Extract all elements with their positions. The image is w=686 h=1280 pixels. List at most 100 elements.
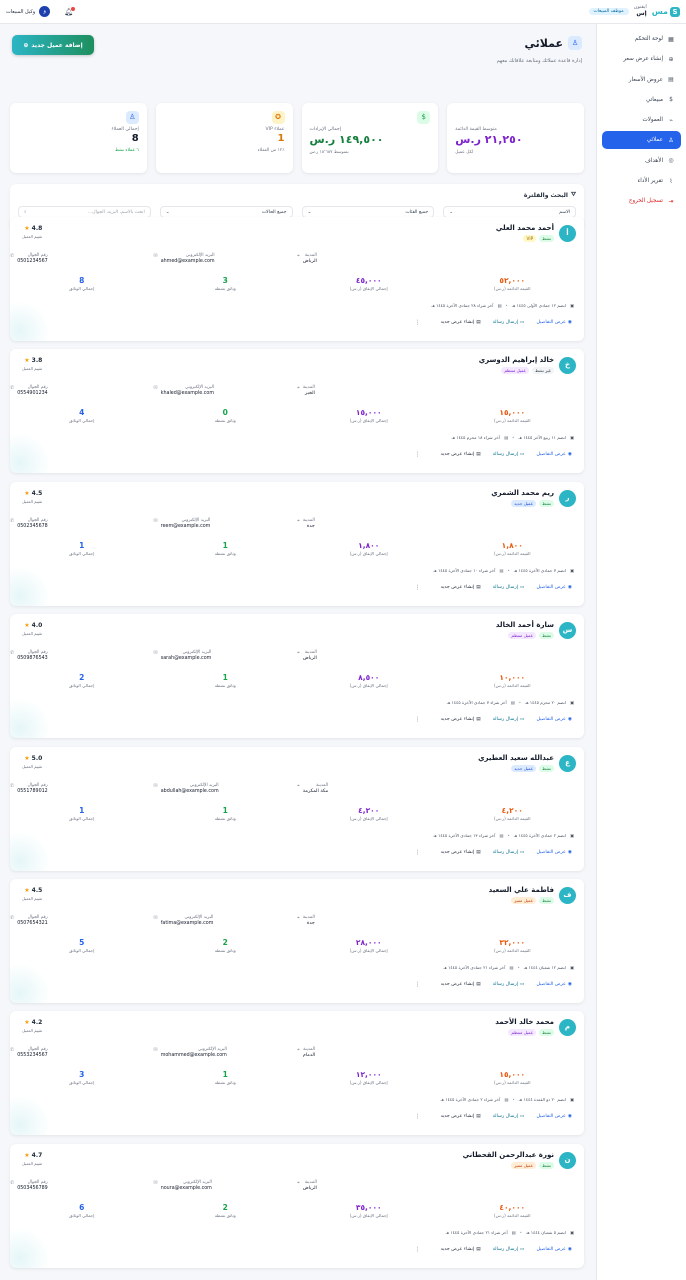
- sidebar-item-dashboard[interactable]: ▦ لوحة التحكم: [602, 30, 681, 48]
- document-icon: ▤: [476, 452, 481, 457]
- sidebar-item-sales[interactable]: $ مبيعاتي: [602, 91, 681, 109]
- new-quote-button[interactable]: ▤ إنشاء عرض جديد: [441, 320, 481, 325]
- client-name[interactable]: ريم محمد الشمري: [491, 489, 554, 497]
- phone-icon: ✆: [10, 1180, 15, 1186]
- client-rating: 4.2 ★ تقييم العميل: [22, 1019, 42, 1033]
- view-details-label: عرض التفاصيل: [536, 585, 566, 590]
- sidebar-item-quotes[interactable]: ▤ عروض الأسعار: [602, 71, 681, 89]
- category-select-value: جميع الفئات: [405, 209, 429, 215]
- new-quote-button[interactable]: ▤ إنشاء عرض جديد: [441, 850, 481, 855]
- new-quote-button[interactable]: ▤ إنشاء عرض جديد: [441, 452, 481, 457]
- view-details-button[interactable]: ◉ عرض التفاصيل: [536, 850, 572, 855]
- city-label: المدينة: [304, 253, 317, 258]
- more-options-icon[interactable]: ⋮: [415, 1113, 421, 1120]
- user-menu[interactable]: و وكيل المبيعات: [6, 6, 51, 17]
- more-options-icon[interactable]: ⋮: [415, 981, 421, 988]
- send-message-button[interactable]: ▭ إرسال رسالة: [493, 717, 525, 722]
- add-client-button[interactable]: إضافة عميل جديد ⊕: [12, 35, 94, 55]
- client-rating: 4.5 ★ تقييم العميل: [22, 490, 42, 504]
- phone-value: 0507654321: [17, 921, 48, 926]
- new-quote-button[interactable]: ▤ إنشاء عرض جديد: [441, 1114, 481, 1119]
- sidebar-item-logout[interactable]: ⇥ تسجيل الخروج: [602, 192, 681, 210]
- view-details-button[interactable]: ◉ عرض التفاصيل: [536, 585, 572, 590]
- send-message-button[interactable]: ▭ إرسال رسالة: [493, 982, 525, 987]
- view-details-button[interactable]: ◉ عرض التفاصيل: [536, 1247, 572, 1252]
- view-details-button[interactable]: ◉ عرض التفاصيل: [536, 1114, 572, 1119]
- brand-logo[interactable]: S مس: [652, 6, 680, 17]
- more-options-icon[interactable]: ⋮: [415, 849, 421, 856]
- stat-value: 1: [277, 133, 285, 144]
- metric-label: وثائق نشطة: [214, 1080, 236, 1085]
- send-message-button[interactable]: ▭ إرسال رسالة: [493, 320, 525, 325]
- view-details-button[interactable]: ◉ عرض التفاصيل: [536, 320, 572, 325]
- file-icon: ▤: [511, 1230, 516, 1235]
- document-icon: ▤: [476, 320, 481, 325]
- joined-date: انضم ٥ شعبان ١٤٤٤ هـ: [526, 1230, 567, 1235]
- filter-title-text: البحث والفلترة: [523, 191, 568, 199]
- client-metrics: 3 إجمالي الوثائق 1 وثائق نشطة ١٢,٠٠٠ إجمالي…: [10, 1070, 584, 1088]
- sidebar-item-goals[interactable]: ◎ الأهداف: [602, 152, 681, 170]
- new-quote-button[interactable]: ▤ إنشاء عرض جديد: [441, 717, 481, 722]
- view-details-button[interactable]: ◉ عرض التفاصيل: [536, 452, 572, 457]
- more-options-icon[interactable]: ⋮: [415, 716, 421, 723]
- more-options-icon[interactable]: ⋮: [415, 1246, 421, 1253]
- client-name[interactable]: أحمد محمد العلي: [496, 224, 554, 232]
- client-name[interactable]: خالد إبراهيم الدوسري: [479, 356, 554, 364]
- separator: •: [512, 1097, 515, 1102]
- calendar-icon: ▣: [570, 965, 574, 970]
- new-quote-button[interactable]: ▤ إنشاء عرض جديد: [441, 982, 481, 987]
- sidebar-item-performance[interactable]: ⌇ تقرير الأداء: [602, 172, 681, 190]
- phone-label: رقم الجوال: [27, 915, 48, 920]
- view-details-button[interactable]: ◉ عرض التفاصيل: [536, 982, 572, 987]
- send-message-button[interactable]: ▭ إرسال رسالة: [493, 850, 525, 855]
- document-icon: ▤: [476, 850, 481, 855]
- new-quote-button[interactable]: ▤ إنشاء عرض جديد: [441, 1247, 481, 1252]
- more-options-icon[interactable]: ⋮: [415, 319, 421, 326]
- stat-note: ٦ عملاء نشط: [114, 148, 139, 153]
- phone-info: ✆ رقم الجوال 0503456789: [10, 1180, 154, 1198]
- calendar-icon: ▣: [570, 1230, 574, 1235]
- send-message-button[interactable]: ▭ إرسال رسالة: [493, 452, 525, 457]
- sidebar-item-create-quote[interactable]: ⊕ إنشاء عرض سعر: [602, 50, 681, 68]
- send-message-button[interactable]: ▭ إرسال رسالة: [493, 1247, 525, 1252]
- view-details-button[interactable]: ◉ عرض التفاصيل: [536, 717, 572, 722]
- send-message-button[interactable]: ▭ إرسال رسالة: [493, 585, 525, 590]
- metric-value: 1: [79, 806, 85, 815]
- separator: •: [505, 303, 508, 308]
- category-badge: عميل منتظم: [508, 632, 537, 639]
- metric-label: وثائق نشطة: [214, 948, 236, 953]
- new-quote-button[interactable]: ▤ إنشاء عرض جديد: [441, 585, 481, 590]
- contact-info-row: ✆ رقم الجوال 0553234567 ✉ البريد الإلكترو…: [10, 1047, 584, 1065]
- client-name[interactable]: نورة عبدالرحمن القحطاني: [463, 1151, 554, 1159]
- joined-date: انضم ٧ جمادى الآخرة ١٤٤٥ هـ: [513, 568, 567, 573]
- send-message-label: إرسال رسالة: [492, 982, 519, 987]
- client-name[interactable]: محمد خالد الأحمد: [495, 1018, 554, 1026]
- eye-icon: ◉: [567, 850, 572, 855]
- client-name[interactable]: سارة أحمد الخالد: [496, 621, 554, 629]
- mail-icon: ✉: [153, 783, 158, 789]
- email-label: البريد الإلكتروني: [181, 518, 211, 523]
- metric-value: 4: [79, 408, 85, 417]
- metric-total-spent: ١٢,٠٠٠ إجمالي الإنفاق (ر.س): [297, 1070, 441, 1088]
- metric-label: إجمالي الإنفاق (ر.س): [349, 551, 388, 556]
- top-bar: S مس ايقنون إس موظف المبيعات 🔔︎ و وكيل ا…: [0, 0, 686, 24]
- bell-icon[interactable]: 🔔︎: [64, 6, 76, 16]
- target-icon: ◎: [668, 157, 674, 165]
- client-card: ن نورة عبدالرحمن القحطاني نشط عميل مميز …: [10, 1144, 584, 1268]
- sidebar-item-my-clients[interactable]: ♙ عملائي: [602, 131, 681, 150]
- send-message-button[interactable]: ▭ إرسال رسالة: [493, 1114, 525, 1119]
- trend-icon: [563, 111, 576, 124]
- users-icon: ♙: [125, 111, 139, 124]
- rating-label: تقييم العميل: [22, 366, 43, 371]
- sidebar-item-commissions[interactable]: ⌁ العمولات: [602, 111, 681, 129]
- more-options-icon[interactable]: ⋮: [415, 584, 421, 591]
- chevron-down-icon: ⌄: [165, 209, 170, 215]
- client-dates: ▣ انضم ١٢ جمادى الأولى ١٤٤٥ هـ • ▤ آخر ش…: [431, 303, 574, 308]
- client-name[interactable]: فاطمة علي السعيد: [489, 886, 554, 894]
- calendar-icon: ▣: [570, 1097, 574, 1102]
- send-message-label: إرسال رسالة: [492, 320, 519, 325]
- more-options-icon[interactable]: ⋮: [415, 451, 421, 458]
- metric-label: إجمالي الوثائق: [69, 1080, 95, 1085]
- client-name[interactable]: عبدالله سعيد العطيري: [478, 754, 554, 762]
